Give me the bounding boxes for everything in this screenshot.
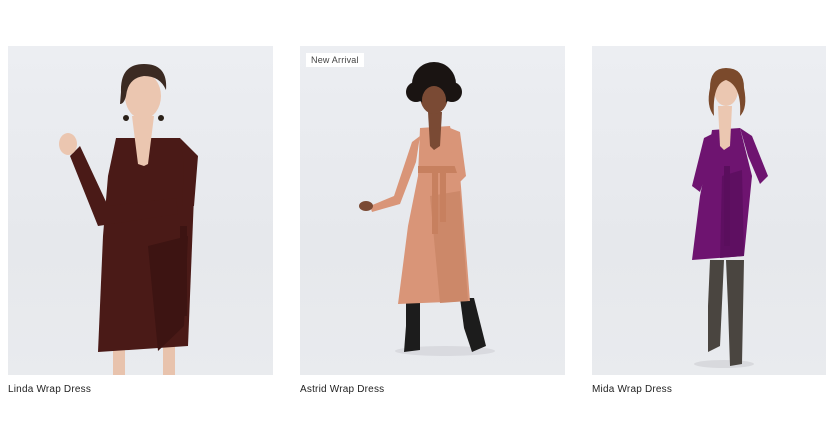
product-title[interactable]: Mida Wrap Dress bbox=[592, 384, 826, 395]
product-card[interactable]: New Arrival Astrid Wrap Dress bbox=[300, 46, 565, 395]
product-card[interactable]: Mida Wrap Dress bbox=[592, 46, 826, 395]
product-image[interactable] bbox=[592, 46, 826, 375]
new-arrival-badge: New Arrival bbox=[306, 53, 364, 67]
model-illustration bbox=[359, 62, 495, 356]
product-image[interactable]: New Arrival bbox=[300, 46, 565, 375]
product-title[interactable]: Linda Wrap Dress bbox=[8, 384, 273, 395]
model-illustration bbox=[692, 68, 768, 368]
product-card[interactable]: Linda Wrap Dress bbox=[8, 46, 273, 395]
model-illustration bbox=[59, 64, 198, 375]
product-image[interactable] bbox=[8, 46, 273, 375]
product-title[interactable]: Astrid Wrap Dress bbox=[300, 384, 565, 395]
product-grid: Linda Wrap Dress New Arrival Astrid Wrap… bbox=[0, 0, 826, 433]
